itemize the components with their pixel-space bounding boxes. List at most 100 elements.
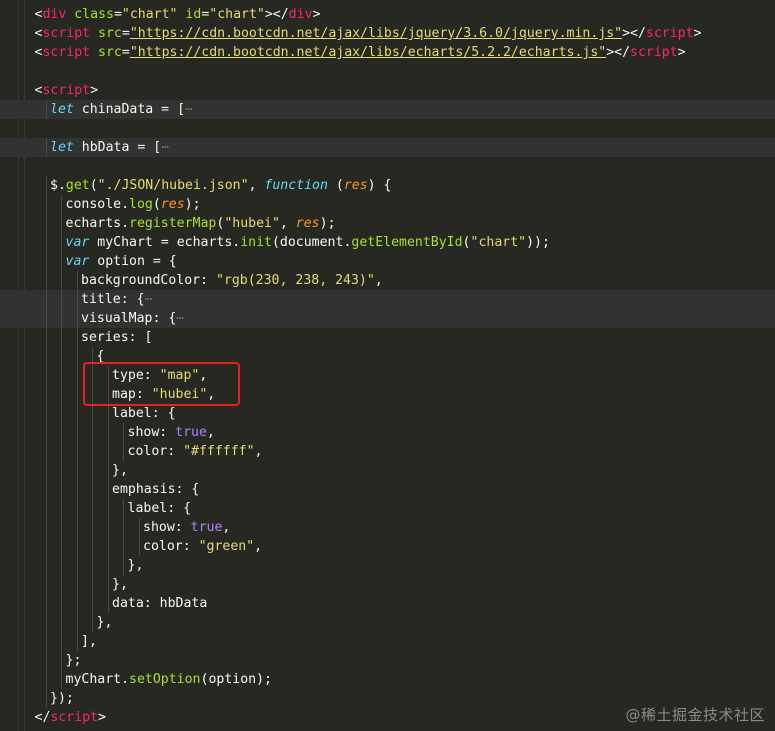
- code-line[interactable]: label: {: [0, 404, 775, 423]
- code-token: =: [161, 102, 170, 117]
- code-token: });: [50, 691, 74, 706]
- code-token: },: [127, 558, 144, 573]
- code-token: label: {: [127, 501, 192, 516]
- code-token: {: [96, 349, 105, 364]
- code-line[interactable]: },: [0, 613, 775, 632]
- code-line-text: backgroundColor: "rgb(230, 238, 243)",: [81, 271, 383, 290]
- code-token: ,: [199, 368, 208, 383]
- indent-guide: [92, 480, 93, 499]
- code-line[interactable]: visualMap: {⋯: [0, 309, 775, 328]
- code-token: </: [34, 710, 51, 725]
- code-line[interactable]: let hbData = [⋯: [0, 138, 775, 157]
- code-line[interactable]: },: [0, 575, 775, 594]
- code-line[interactable]: var myChart = echarts.init(document.getE…: [0, 233, 775, 252]
- code-line[interactable]: <div class="chart" id="chart"></div>: [0, 5, 775, 24]
- indent-guide: [45, 309, 47, 328]
- code-token: ></: [622, 26, 646, 41]
- indent-guide: [76, 366, 78, 385]
- code-line[interactable]: show: true,: [0, 518, 775, 537]
- code-line[interactable]: myChart.setOption(option);: [0, 670, 775, 689]
- code-line[interactable]: [0, 157, 775, 176]
- fold-marker[interactable]: ⋯: [145, 292, 153, 307]
- code-token: ,: [222, 520, 231, 535]
- code-line[interactable]: };: [0, 651, 775, 670]
- code-line[interactable]: color: "green",: [0, 537, 775, 556]
- indent-guide: [107, 442, 109, 461]
- indent-guide: [123, 499, 124, 518]
- code-line-text: <div class="chart" id="chart"></div>: [35, 5, 321, 24]
- code-line[interactable]: echarts.registerMap("hubei", res);: [0, 214, 775, 233]
- code-token: var: [65, 235, 90, 250]
- code-line-text: <script src="https://cdn.bootcdn.net/aja…: [35, 43, 686, 62]
- code-line-text: data: hbData: [112, 594, 207, 613]
- code-line[interactable]: <script src="https://cdn.bootcdn.net/aja…: [0, 43, 775, 62]
- code-line[interactable]: <script>: [0, 81, 775, 100]
- indent-guide: [76, 271, 78, 290]
- code-token: get: [65, 178, 90, 193]
- code-line[interactable]: emphasis: {: [0, 480, 775, 499]
- code-line-text: },: [112, 461, 128, 480]
- code-line[interactable]: [0, 119, 775, 138]
- indent-guide: [107, 366, 109, 385]
- code-editor[interactable]: <div class="chart" id="chart"></div> <scr…: [0, 0, 775, 731]
- indent-guide: [45, 100, 47, 119]
- code-token: res: [343, 178, 368, 193]
- code-line[interactable]: type: "map",: [0, 366, 775, 385]
- indent-guide: [76, 442, 78, 461]
- indent-guide: [45, 195, 47, 214]
- code-line[interactable]: var option = {: [0, 252, 775, 271]
- code-line[interactable]: $.get("./JSON/hubei.json", function (res…: [0, 176, 775, 195]
- code-line[interactable]: map: "hubei",: [0, 385, 775, 404]
- indent-guide: [92, 461, 93, 480]
- code-token: (option);: [200, 672, 272, 687]
- code-line[interactable]: let chinaData = [⋯: [0, 100, 775, 119]
- code-line[interactable]: series: [: [0, 328, 775, 347]
- indent-guide: [76, 632, 78, 651]
- code-token: >: [312, 7, 321, 22]
- indent-guide: [45, 423, 47, 442]
- indent-guide: [92, 575, 93, 594]
- watermark: @稀土掘金技术社区: [625, 706, 765, 724]
- fold-marker[interactable]: ⋯: [185, 102, 193, 117]
- code-line-text: title: {⋯: [81, 290, 152, 309]
- code-token: show:: [127, 425, 176, 440]
- code-line[interactable]: {: [0, 347, 775, 366]
- indent-guide: [76, 423, 78, 442]
- code-token: ));: [526, 235, 550, 250]
- code-line[interactable]: color: "#ffffff",: [0, 442, 775, 461]
- indent-guide: [61, 480, 62, 499]
- code-line-text: visualMap: {⋯: [81, 309, 184, 328]
- code-token: >: [693, 26, 702, 41]
- code-line[interactable]: console.log(res);: [0, 195, 775, 214]
- code-token: {: [160, 254, 177, 269]
- code-line-text: });: [50, 689, 74, 708]
- indent-guide: [61, 442, 62, 461]
- code-line[interactable]: <script src="https://cdn.bootcdn.net/aja…: [0, 24, 775, 43]
- indent-guide: [107, 385, 109, 404]
- fold-marker[interactable]: ⋯: [176, 311, 184, 326]
- fold-marker[interactable]: ⋯: [161, 140, 169, 155]
- code-token: backgroundColor:: [81, 273, 216, 288]
- code-token: show:: [143, 520, 191, 535]
- code-line[interactable]: data: hbData: [0, 594, 775, 613]
- code-token: =: [121, 45, 130, 60]
- code-token: >: [98, 710, 106, 725]
- code-token: echarts.: [168, 235, 241, 250]
- code-line[interactable]: show: true,: [0, 423, 775, 442]
- code-line-text: },: [112, 575, 128, 594]
- code-line[interactable]: },: [0, 461, 775, 480]
- code-line[interactable]: ],: [0, 632, 775, 651]
- indent-guide: [61, 613, 62, 632]
- code-token: console.: [65, 197, 130, 212]
- indent-guide: [45, 328, 47, 347]
- code-line[interactable]: label: {: [0, 499, 775, 518]
- indent-guide: [45, 575, 47, 594]
- code-lines[interactable]: <div class="chart" id="chart"></div> <scr…: [0, 5, 775, 727]
- code-line[interactable]: [0, 62, 775, 81]
- indent-guide: [61, 461, 62, 480]
- indent-guide: [61, 651, 62, 670]
- code-line[interactable]: backgroundColor: "rgb(230, 238, 243)",: [0, 271, 775, 290]
- indent-guide: [45, 252, 47, 271]
- code-line[interactable]: title: {⋯: [0, 290, 775, 309]
- code-line[interactable]: },: [0, 556, 775, 575]
